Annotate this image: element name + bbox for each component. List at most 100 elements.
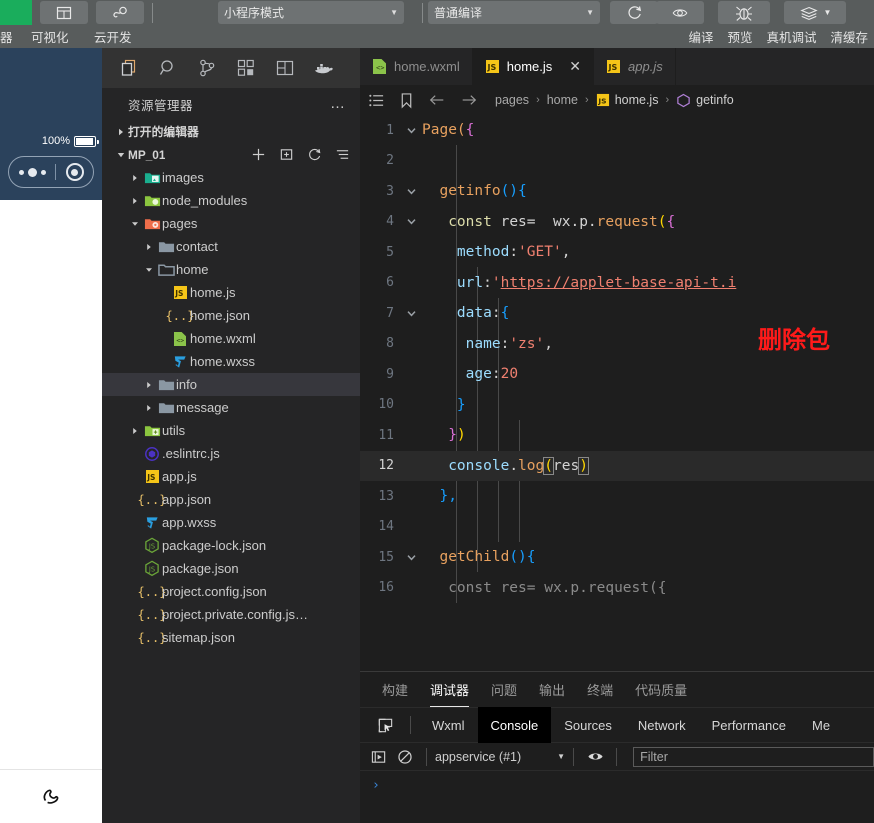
panel-tab-build[interactable]: 构建 — [382, 672, 408, 707]
tree-item-contact[interactable]: contact — [102, 235, 360, 258]
tree-item-utils[interactable]: utils — [102, 419, 360, 442]
fold-expanded-icon[interactable] — [400, 216, 422, 227]
panel-tab-output[interactable]: 输出 — [539, 672, 565, 707]
code-line[interactable]: 5 method:'GET', — [360, 237, 874, 268]
tree-item-home.wxss[interactable]: home.wxss — [102, 350, 360, 373]
breadcrumb-item-getinfo[interactable]: getinfo — [676, 93, 734, 108]
visualize-label[interactable]: 可视化 — [31, 27, 69, 46]
collapse-all-icon[interactable] — [335, 147, 350, 162]
editor-layout-icon[interactable] — [274, 57, 296, 79]
app-mode-select[interactable]: 小程序模式 ▼ — [218, 1, 404, 24]
tab-home-wxml[interactable]: <> home.wxml — [360, 48, 473, 85]
docker-icon[interactable] — [313, 57, 335, 79]
simulator-label[interactable]: 器 — [0, 27, 13, 46]
chevron-right-icon[interactable] — [128, 197, 142, 205]
extensions-icon[interactable] — [235, 57, 257, 79]
code-line[interactable]: 13 }, — [360, 481, 874, 512]
console-filter-input[interactable]: Filter — [633, 746, 874, 767]
breadcrumb-item-home-js[interactable]: JS home.js — [596, 93, 658, 107]
cloud-dev-label[interactable]: 云开发 — [94, 27, 132, 46]
tree-item-app.json[interactable]: {..} app.json — [102, 488, 360, 511]
panel-tab-code-quality[interactable]: 代码质量 — [635, 672, 687, 707]
tree-item-app.wxss[interactable]: app.wxss — [102, 511, 360, 534]
tree-item-message[interactable]: message — [102, 396, 360, 419]
code-editor[interactable]: 1 Page({ 2 3 getinfo(){ 4 const res= wx.… — [360, 115, 874, 671]
real-device-debug-button[interactable] — [718, 1, 770, 24]
outline-icon[interactable] — [368, 92, 385, 109]
explorer-files-icon[interactable] — [118, 57, 140, 79]
code-line[interactable]: 11 }) — [360, 420, 874, 451]
tree-item-app.js[interactable]: JS app.js — [102, 465, 360, 488]
eye-icon[interactable] — [582, 750, 608, 763]
step-icon[interactable] — [366, 749, 392, 765]
fold-expanded-icon[interactable] — [400, 186, 422, 197]
element-picker-icon[interactable] — [368, 717, 402, 734]
chevron-down-icon[interactable] — [142, 266, 156, 274]
tree-item-pages[interactable]: pages — [102, 212, 360, 235]
code-line[interactable]: 9 age:20 — [360, 359, 874, 390]
preview-button[interactable] — [656, 1, 704, 24]
tree-item-home.wxml[interactable]: <> home.wxml — [102, 327, 360, 350]
tree-item-package.json[interactable]: JS package.json — [102, 557, 360, 580]
search-icon[interactable] — [157, 57, 179, 79]
simulator-screen[interactable] — [0, 200, 102, 823]
chevron-down-icon[interactable] — [128, 220, 142, 228]
code-line[interactable]: 3 getinfo(){ — [360, 176, 874, 207]
simulator-tabbar[interactable] — [0, 769, 102, 823]
compile-button[interactable] — [610, 1, 658, 24]
chevron-right-icon[interactable] — [128, 174, 142, 182]
devtools-tab-console[interactable]: Console — [477, 707, 552, 743]
preview-label[interactable]: 预览 — [727, 27, 752, 46]
clear-cache-button[interactable]: ▼ — [784, 1, 846, 24]
no-entry-icon[interactable] — [392, 749, 418, 765]
panel-tab-problems[interactable]: 问题 — [491, 672, 517, 707]
new-file-icon[interactable] — [251, 147, 266, 162]
tree-item-images[interactable]: images — [102, 166, 360, 189]
refresh-icon[interactable] — [307, 147, 322, 162]
fold-expanded-icon[interactable] — [400, 308, 422, 319]
tree-item-sitemap.json[interactable]: {..} sitemap.json — [102, 626, 360, 649]
code-line[interactable]: 2 — [360, 146, 874, 177]
tree-item-home[interactable]: home — [102, 258, 360, 281]
tab-home-js[interactable]: JS home.js ✕ — [472, 48, 595, 85]
arrow-left-icon[interactable] — [428, 92, 446, 108]
chevron-right-icon[interactable] — [142, 404, 156, 412]
bookmark-icon[interactable] — [399, 92, 414, 109]
code-line[interactable]: 15 getChild(){ — [360, 542, 874, 573]
simulator-panel[interactable]: 100% — [0, 48, 102, 823]
visualize-button[interactable] — [40, 1, 88, 24]
devtools-tab-memory[interactable]: Me — [799, 707, 843, 743]
devtools-tab-network[interactable]: Network — [625, 707, 699, 743]
devtools-tab-wxml[interactable]: Wxml — [419, 707, 478, 743]
open-editors-section[interactable]: 打开的编辑器 — [102, 120, 360, 143]
tree-item-project.config.json[interactable]: {..} project.config.json — [102, 580, 360, 603]
chevron-right-icon[interactable] — [142, 381, 156, 389]
tree-item-nodemodules[interactable]: node_modules — [102, 189, 360, 212]
tab-app-js[interactable]: JS app.js — [594, 48, 676, 85]
tree-item-info[interactable]: info — [102, 373, 360, 396]
project-root-row[interactable]: MP_01 — [102, 143, 360, 166]
devtools-tab-sources[interactable]: Sources — [551, 707, 625, 743]
target-circle-icon[interactable] — [56, 163, 93, 181]
compile-label[interactable]: 编译 — [688, 27, 713, 46]
new-folder-icon[interactable] — [279, 147, 294, 162]
tree-item-home.js[interactable]: JS home.js — [102, 281, 360, 304]
compile-mode-select[interactable]: 普通编译 ▼ — [428, 1, 600, 24]
tree-item-.eslintrc.js[interactable]: .eslintrc.js — [102, 442, 360, 465]
breadcrumb-item-pages[interactable]: pages — [495, 93, 529, 107]
simulator-capsule-menu[interactable] — [8, 156, 94, 188]
panel-tab-terminal[interactable]: 终端 — [587, 672, 613, 707]
more-dots-icon[interactable] — [9, 167, 55, 177]
cloud-dev-button[interactable] — [96, 1, 144, 24]
source-control-icon[interactable] — [196, 57, 218, 79]
real-device-debug-label[interactable]: 真机调试 — [766, 27, 816, 46]
chevron-right-icon[interactable] — [142, 243, 156, 251]
explorer-more-actions[interactable]: … — [330, 96, 346, 111]
code-line[interactable]: 6 url:'https://applet-base-api-t.i — [360, 268, 874, 299]
code-line[interactable]: 16 const res= wx.p.request({ — [360, 573, 874, 604]
clear-cache-label[interactable]: 清缓存 — [830, 27, 868, 46]
tree-item-home.json[interactable]: {..} home.json — [102, 304, 360, 327]
tree-item-project.private.config.js[interactable]: {..} project.private.config.js… — [102, 603, 360, 626]
tree-item-package-lock.json[interactable]: JS package-lock.json — [102, 534, 360, 557]
chevron-down-icon[interactable] — [114, 151, 128, 159]
